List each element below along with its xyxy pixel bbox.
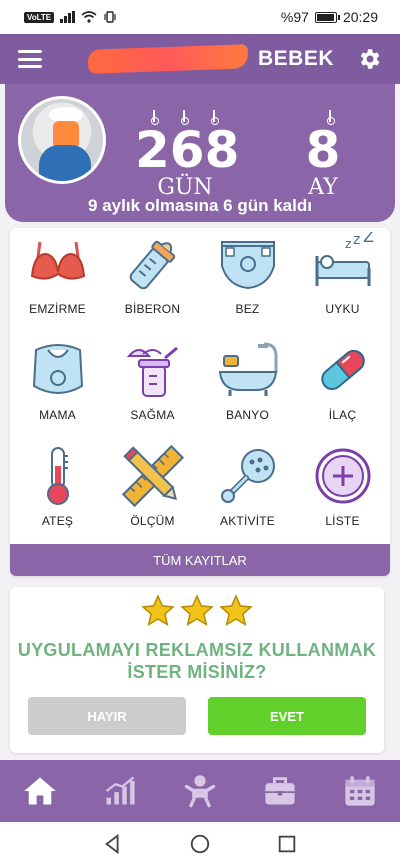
svg-text:z: z (345, 237, 351, 251)
back-icon[interactable] (102, 833, 124, 855)
category-ilac[interactable]: İLAÇ (295, 334, 390, 440)
baby-avatar[interactable] (18, 96, 106, 184)
yes-button[interactable]: EVET (208, 697, 366, 735)
bra-icon (30, 241, 85, 280)
category-mama[interactable]: MAMA (10, 334, 105, 440)
svg-text:Z: Z (363, 232, 374, 246)
category-banyo[interactable]: BANYO (200, 334, 295, 440)
category-aktivite[interactable]: AKTİVİTE (200, 440, 295, 546)
home-icon (24, 777, 56, 805)
promo-text: UYGULAMAYI REKLAMSIZ KULLANMAK İSTER MİS… (10, 639, 384, 683)
promo-text-line1: UYGULAMAYI REKLAMSIZ KULLANMAK (17, 640, 377, 660)
remove-ads-card: UYGULAMAYI REKLAMSIZ KULLANMAK İSTER MİS… (10, 587, 384, 753)
nav-bag[interactable] (258, 771, 302, 811)
star-icon (141, 594, 175, 627)
months-value: 8 (305, 121, 341, 179)
category-biberon[interactable]: BİBERON (105, 228, 200, 334)
clock: 20:29 (342, 9, 378, 25)
bottle-icon (129, 240, 175, 290)
star-icon (219, 594, 253, 627)
briefcase-icon (265, 777, 295, 805)
bathtub-icon (218, 342, 277, 396)
category-card: EMZİRME BİBERON BEZ zzZ UYKU MAMA SAĞMA … (10, 228, 390, 576)
nav-calendar[interactable] (338, 771, 382, 811)
bottom-nav (0, 760, 400, 822)
ruler-pencil-icon (121, 444, 184, 508)
nav-stats[interactable] (98, 771, 142, 811)
app-title: BEBEK (258, 47, 335, 70)
diaper-icon (220, 241, 275, 290)
system-nav (0, 822, 400, 866)
nav-baby[interactable] (178, 771, 222, 811)
calendar-icon (345, 776, 375, 806)
category-sagma[interactable]: SAĞMA (105, 334, 200, 440)
stats-icon (105, 776, 135, 805)
rating-stars (140, 593, 254, 633)
thermometer-icon (46, 447, 69, 505)
signal-icon (60, 11, 76, 23)
days-counter: 268 GÜN (135, 110, 240, 200)
baby-icon (184, 775, 216, 808)
pill-icon (320, 350, 365, 390)
category-uyku[interactable]: zzZ UYKU (295, 228, 390, 334)
battery-icon (314, 11, 340, 23)
vibrate-icon (104, 11, 116, 23)
volte-icon: VoLTE (24, 11, 55, 23)
remaining-text: 9 aylık olmasına 6 gün kaldı (88, 196, 312, 215)
promo-text-line2: İSTER MİSİNİZ? (127, 662, 267, 682)
recents-icon[interactable] (276, 833, 298, 855)
bib-icon (32, 344, 83, 394)
battery-percent: %97 (280, 9, 309, 25)
svg-text:z: z (353, 232, 360, 248)
redacted-name (87, 44, 249, 74)
category-grid: EMZİRME BİBERON BEZ zzZ UYKU MAMA SAĞMA … (10, 228, 390, 544)
all-records-button[interactable]: TÜM KAYITLAR (10, 544, 390, 576)
days-value: 268 (135, 121, 240, 179)
category-emzirme[interactable]: EMZİRME (10, 228, 105, 334)
wifi-icon (81, 11, 97, 23)
home-circle-icon[interactable] (189, 833, 211, 855)
category-liste[interactable]: LİSTE (295, 440, 390, 546)
baby-header: BEBEK 268 GÜN 8 AY 9 aylık olmasına 6 gü… (0, 34, 400, 222)
sleep-icon: zzZ (315, 232, 374, 286)
no-button[interactable]: HAYIR (28, 697, 186, 735)
rattle-icon (220, 449, 275, 503)
gear-icon[interactable] (356, 46, 382, 72)
category-bez[interactable]: BEZ (200, 228, 295, 334)
breast-pump-icon (126, 346, 178, 397)
app-bar: BEBEK (0, 34, 400, 84)
category-olcum[interactable]: ÖLÇÜM (105, 440, 200, 546)
months-counter: 8 AY (295, 110, 351, 200)
nav-home[interactable] (18, 771, 62, 811)
star-icon (180, 594, 214, 627)
menu-icon[interactable] (18, 50, 42, 68)
category-ates[interactable]: ATEŞ (10, 440, 105, 546)
plus-circle-icon (315, 448, 370, 504)
status-bar: VoLTE %97 20:29 (0, 0, 400, 34)
